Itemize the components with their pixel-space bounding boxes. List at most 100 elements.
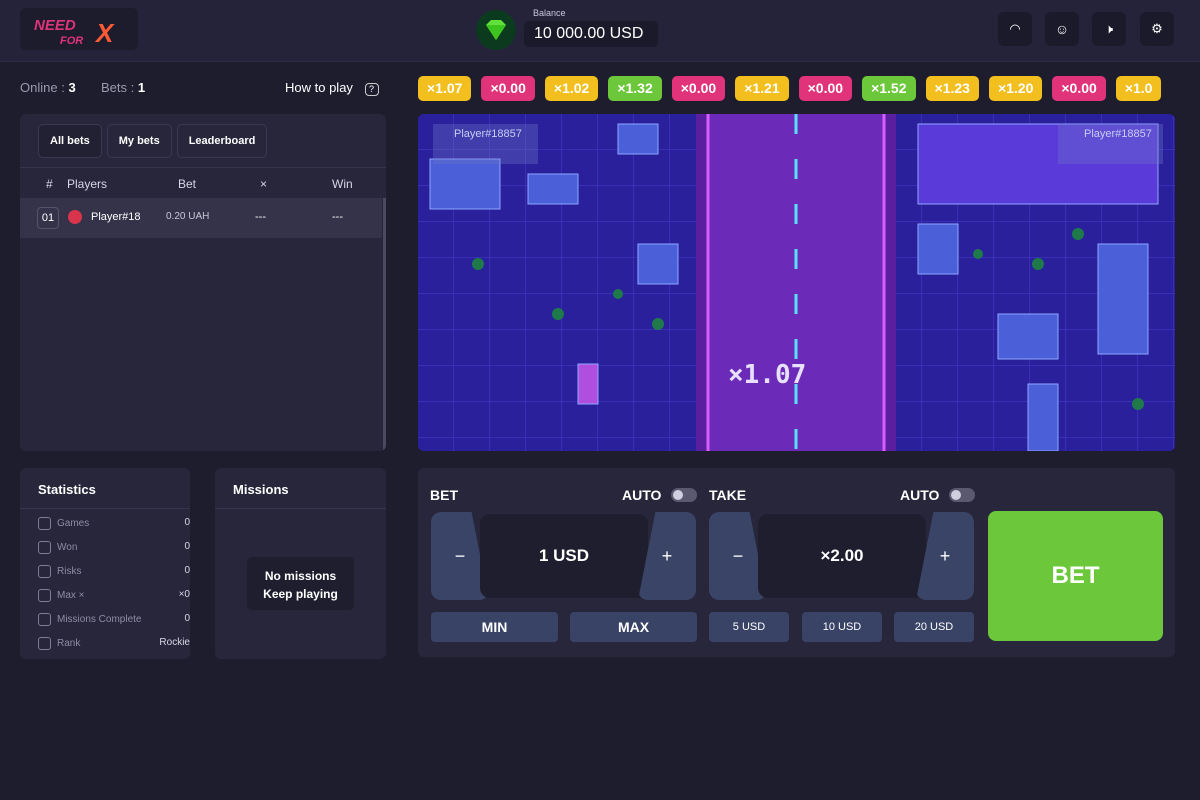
history-chip: ×1.0 (1115, 76, 1162, 101)
bet-controls: BET AUTO − 1 USD + MIN MAX TAKE AUTO − ×… (418, 468, 1175, 657)
no-missions-message: No missions Keep playing (247, 557, 354, 610)
missions-title: Missions (233, 482, 289, 497)
stat-row: Rank Rockie (38, 637, 190, 651)
trophy-icon (38, 541, 51, 554)
sound-icon: 🕨 (1104, 21, 1114, 36)
stat-label: Missions Complete (57, 614, 142, 626)
settings-button[interactable]: ⚙ (1140, 12, 1174, 46)
logo-image: NEED FOR X (34, 17, 115, 48)
lightning-icon (38, 565, 51, 578)
row-bet: 0.20 UAH (166, 211, 210, 222)
player-tag: Player#18857 (454, 128, 522, 140)
checkbox-icon (38, 613, 51, 626)
tab-my-bets[interactable]: My bets (106, 124, 172, 158)
help-icon: ? (364, 83, 379, 96)
stat-label: Max × (57, 590, 85, 602)
stat-label: Risks (57, 566, 82, 578)
history-chip: ×0.00 (481, 76, 535, 101)
col-num: # (46, 177, 53, 191)
auto-bet-label: AUTO (622, 487, 662, 503)
stat-value: ×0 (178, 589, 190, 600)
current-multiplier: ×1.07 (728, 360, 807, 390)
tab-all-bets[interactable]: All bets (38, 124, 102, 158)
bets-table-header: # Players Bet × Win (20, 167, 386, 197)
balance-value: 10 000.00 USD (524, 21, 658, 47)
history-chip: ×1.32 (608, 76, 662, 101)
history-chip: ×0.00 (798, 76, 853, 101)
missions-line2: Keep playing (263, 587, 338, 601)
row-mult: --- (255, 211, 266, 223)
svg-text:FOR: FOR (60, 35, 83, 47)
bet-amount-input[interactable]: 1 USD (480, 514, 648, 598)
auto-take-toggle[interactable] (949, 488, 975, 502)
stat-value: 0 (184, 613, 190, 624)
quick-bet-20[interactable]: 20 USD (894, 612, 974, 642)
svg-text:X: X (94, 18, 115, 48)
bet-label: BET (430, 487, 458, 503)
history-chip: ×1.52 (862, 76, 916, 101)
stat-label: Games (57, 518, 90, 530)
auto-take-label: AUTO (900, 487, 940, 503)
missions-panel: Missions No missions Keep playing (215, 468, 386, 659)
city-map (418, 114, 1175, 451)
bets-panel: All bets My bets Leaderboard # Players B… (20, 114, 386, 451)
stat-value: 0 (184, 517, 190, 528)
col-mult: × (260, 177, 268, 191)
take-label: TAKE (709, 487, 747, 503)
balance-label: Balance (533, 8, 566, 18)
profile-button[interactable]: ☺ (1045, 12, 1079, 46)
stat-row: Missions Complete 0 (38, 613, 190, 627)
bets-count: Bets : 1 (101, 80, 146, 95)
stat-value: 0 (184, 565, 190, 576)
history-chip: ×0.00 (671, 76, 726, 101)
history-chip: ×1.07 (418, 76, 472, 101)
gamepad-icon (38, 517, 51, 530)
min-button[interactable]: MIN (431, 612, 558, 642)
statistics-title: Statistics (38, 482, 96, 497)
stat-row: Risks 0 (38, 565, 190, 579)
row-player: Player#18 (91, 211, 141, 223)
tab-leaderboard[interactable]: Leaderboard (176, 124, 268, 158)
history-chip: ×1.21 (735, 76, 789, 101)
statistics-panel: Statistics Games 0 Won 0 Risks 0 Max × ×0 Missio… (20, 468, 190, 659)
quick-bet-5[interactable]: 5 USD (709, 612, 789, 642)
wifi-button[interactable]: ◠ (998, 12, 1032, 46)
stat-row: Max × ×0 (38, 589, 190, 603)
quick-bet-10[interactable]: 10 USD (802, 612, 882, 642)
stat-label: Won (57, 542, 78, 554)
gauge-icon (38, 589, 51, 602)
auto-bet-toggle[interactable] (671, 488, 697, 502)
missions-line1: No missions (264, 569, 337, 583)
gem-icon (476, 10, 516, 50)
bet-button[interactable]: BET (988, 511, 1163, 641)
stat-value: 0 (184, 541, 190, 552)
stat-row: Won 0 (38, 541, 190, 555)
player-tag: Player#18857 (1084, 128, 1152, 140)
settings-icon: ⚙ (1151, 21, 1163, 36)
take-multiplier-input[interactable]: ×2.00 (758, 514, 926, 598)
scrollbar[interactable] (383, 198, 386, 451)
max-button[interactable]: MAX (570, 612, 697, 642)
wifi-icon: ◠ (1009, 21, 1021, 36)
user-icon: ☺ (1054, 21, 1070, 37)
row-num: 01 (37, 207, 59, 229)
avatar (68, 210, 82, 224)
col-win: Win (332, 177, 353, 191)
stat-label: Rank (57, 638, 81, 650)
svg-text:NEED: NEED (34, 17, 76, 34)
online-count: Online : 3 (20, 80, 76, 95)
sound-button[interactable]: 🕨 (1092, 12, 1126, 46)
multiplier-history: ×1.07 ×0.00 ×1.02 ×1.32 ×0.00 ×1.21 ×0.00 ×1.52… (418, 76, 1175, 101)
col-bet: Bet (178, 177, 197, 191)
stat-row: Games 0 (38, 517, 190, 531)
game-canvas: Player#18857 Player#18857 ×1.07 (418, 114, 1175, 451)
col-players: Players (67, 177, 108, 191)
row-win: --- (332, 211, 343, 223)
medal-icon (38, 637, 51, 650)
history-chip: ×1.02 (544, 76, 599, 101)
stat-value: Rockie (159, 637, 190, 648)
history-chip: ×1.23 (925, 76, 979, 101)
how-to-play-link[interactable]: How to play ? (285, 80, 379, 96)
logo[interactable]: NEED FOR X (20, 8, 138, 50)
history-chip: ×0.00 (1052, 76, 1106, 101)
